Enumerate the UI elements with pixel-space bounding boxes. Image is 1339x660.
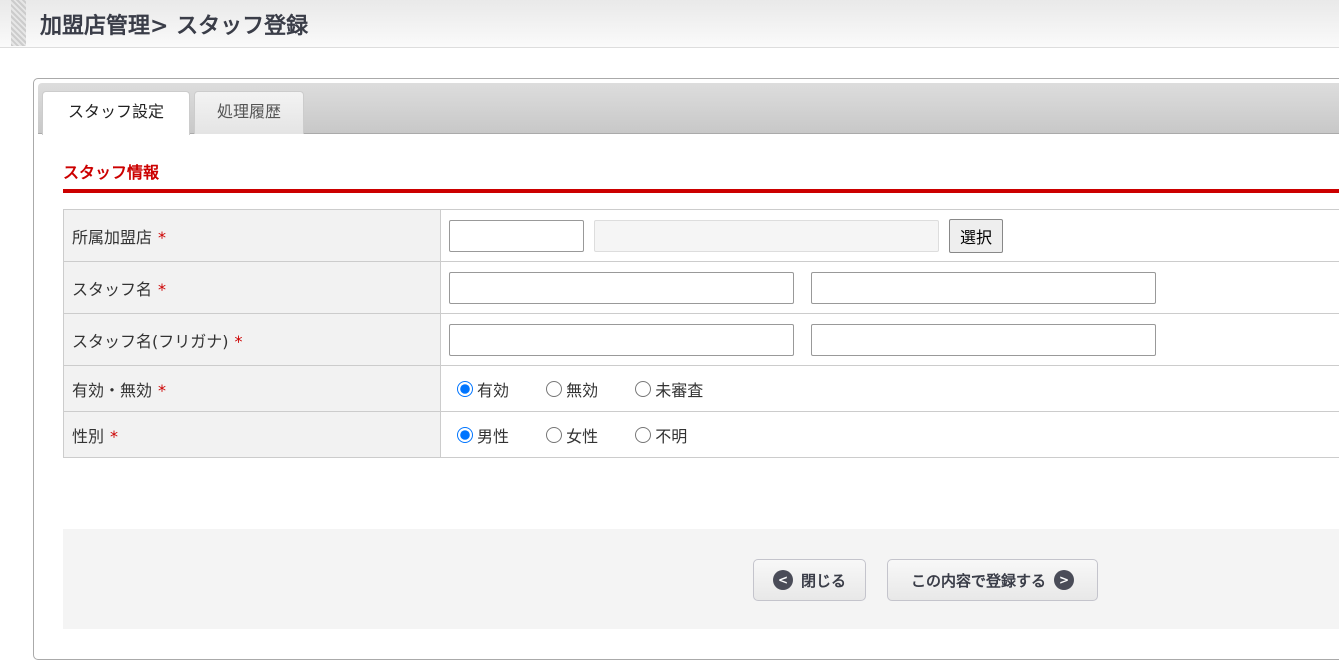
last-name-kana-input[interactable] (449, 323, 794, 356)
first-name-kana-input[interactable] (811, 323, 1156, 356)
radio-label: 男性 (477, 426, 510, 446)
required-mark: * (158, 279, 167, 299)
radio-label: 女性 (566, 426, 599, 446)
store-code-input[interactable] (449, 219, 584, 252)
select-store-button[interactable]: 選択 (949, 218, 1004, 253)
gender-female-radio[interactable]: 女性 (538, 423, 598, 447)
tab-bar: スタッフ設定 処理履歴 (38, 83, 1339, 135)
tab-history[interactable]: 処理履歴 (194, 91, 304, 134)
gender-male-radio[interactable]: 男性 (449, 423, 509, 447)
store-label: 所属加盟店 (72, 227, 153, 247)
staff-name-label: スタッフ名 (72, 279, 153, 299)
page-title: 加盟店管理> スタッフ登録 (40, 14, 309, 39)
action-footer: < 閉じる この内容で登録する > (63, 529, 1339, 629)
last-name-input[interactable] (449, 271, 794, 304)
register-label: この内容で登録する (910, 571, 1046, 590)
section-title: スタッフ情報 (63, 163, 160, 182)
required-mark: * (158, 380, 167, 400)
status-active-radio[interactable]: 有効 (449, 377, 509, 401)
first-name-input[interactable] (811, 271, 1156, 304)
radio-label: 有効 (477, 380, 510, 400)
chevron-right-icon: > (1054, 570, 1074, 590)
staff-form: 所属加盟店 * 選択 スタッフ名 * スタッフ名(フリガナ) * 有効・無効 * 有効 … (63, 209, 1339, 458)
chevron-left-icon: < (772, 570, 793, 590)
status-unreviewed-radio[interactable]: 未審査 (627, 377, 703, 401)
section-divider (63, 189, 1339, 193)
close-label: 閉じる (800, 571, 846, 590)
staff-kana-label: スタッフ名(フリガナ) (72, 331, 229, 351)
gender-unknown-radio[interactable]: 不明 (627, 423, 687, 447)
header-stripe (11, 0, 26, 46)
radio-label: 未審査 (655, 380, 704, 400)
close-button[interactable]: < 閉じる (753, 559, 866, 601)
store-name-field (594, 219, 939, 252)
gender-label: 性別 (72, 426, 105, 446)
radio-label: 不明 (655, 426, 688, 446)
radio-label: 無効 (566, 380, 599, 400)
required-mark: * (234, 331, 243, 351)
required-mark: * (110, 426, 119, 446)
status-label: 有効・無効 (72, 380, 153, 400)
page-header: 加盟店管理> スタッフ登録 (0, 0, 1339, 48)
main-panel: スタッフ設定 処理履歴 スタッフ情報 所属加盟店 * 選択 スタッフ名 * スタッフ… (33, 78, 1339, 660)
tab-staff-settings[interactable]: スタッフ設定 (42, 91, 190, 135)
register-button[interactable]: この内容で登録する > (887, 559, 1098, 601)
status-inactive-radio[interactable]: 無効 (538, 377, 598, 401)
required-mark: * (158, 227, 167, 247)
